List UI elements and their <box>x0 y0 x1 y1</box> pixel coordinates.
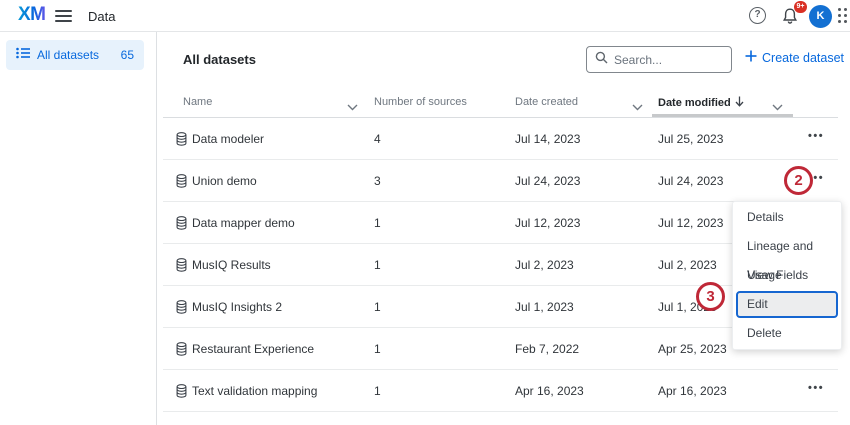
list-icon <box>16 46 30 64</box>
dataset-created: Jul 24, 2023 <box>515 174 580 188</box>
dataset-sources: 1 <box>374 300 381 314</box>
dataset-sources: 1 <box>374 384 381 398</box>
app-title: Data <box>88 9 115 24</box>
hamburger-menu-icon[interactable] <box>55 10 72 22</box>
annotation-step-3: 3 <box>696 282 725 311</box>
dataset-sources: 1 <box>374 342 381 356</box>
table-row[interactable]: Data modeler 4 Jul 14, 2023 Jul 25, 2023… <box>163 118 838 160</box>
chevron-down-icon[interactable] <box>632 98 643 116</box>
dataset-icon <box>176 132 187 151</box>
column-header-sources[interactable]: Number of sources <box>374 96 467 108</box>
dataset-modified: Jul 24, 2023 <box>658 174 723 188</box>
dataset-icon <box>176 342 187 361</box>
search-box[interactable] <box>586 46 732 73</box>
sort-descending-arrow-icon <box>735 96 744 110</box>
dataset-sources: 3 <box>374 174 381 188</box>
page-title: All datasets <box>183 52 256 67</box>
column-header-modified-label: Date modified <box>658 97 731 109</box>
dataset-created: Apr 16, 2023 <box>515 384 584 398</box>
search-input[interactable] <box>614 53 724 67</box>
avatar[interactable]: K <box>809 5 832 28</box>
dataset-name: MusIQ Results <box>192 258 271 272</box>
dataset-modified: Jul 12, 2023 <box>658 216 723 230</box>
dataset-modified: Jul 25, 2023 <box>658 132 723 146</box>
dataset-created: Jul 2, 2023 <box>515 258 574 272</box>
dataset-sources: 1 <box>374 216 381 230</box>
dataset-icon <box>176 300 187 319</box>
dataset-name: Union demo <box>192 174 257 188</box>
dataset-name: Text validation mapping <box>192 384 317 398</box>
plus-icon <box>745 50 757 65</box>
dataset-name: Restaurant Experience <box>192 342 314 356</box>
sidebar-divider <box>156 32 157 425</box>
dataset-modified: Apr 16, 2023 <box>658 384 727 398</box>
column-header-created[interactable]: Date created <box>515 96 578 108</box>
sidebar-item-label: All datasets <box>37 48 99 62</box>
row-actions-ellipsis-icon[interactable]: ••• <box>808 382 824 394</box>
sidebar-item-all-datasets[interactable]: All datasets 65 <box>6 40 144 70</box>
dataset-name: MusIQ Insights 2 <box>192 300 282 314</box>
table-row[interactable]: Union demo 3 Jul 24, 2023 Jul 24, 2023 •… <box>163 160 838 202</box>
row-context-menu: Details Lineage and Usage View Fields Ed… <box>732 201 842 350</box>
dataset-created: Jul 1, 2023 <box>515 300 574 314</box>
dataset-icon <box>176 216 187 235</box>
dataset-icon <box>176 174 187 193</box>
dataset-modified: Jul 2, 2023 <box>658 258 717 272</box>
row-actions-ellipsis-icon[interactable]: ••• <box>808 130 824 142</box>
top-bar: XM Data ? 9+ K <box>0 0 850 32</box>
dataset-created: Jul 12, 2023 <box>515 216 580 230</box>
column-header-name[interactable]: Name <box>183 96 212 108</box>
dataset-created: Feb 7, 2022 <box>515 342 579 356</box>
chevron-down-icon[interactable] <box>347 98 358 116</box>
menu-item-edit[interactable]: Edit <box>736 291 838 318</box>
menu-item-lineage-and-usage[interactable]: Lineage and Usage <box>733 232 841 261</box>
column-header-modified[interactable]: Date modified <box>658 96 744 110</box>
help-icon[interactable]: ? <box>749 7 766 24</box>
menu-item-details[interactable]: Details <box>733 203 841 232</box>
table-row[interactable]: Text validation mapping 1 Apr 16, 2023 A… <box>163 370 838 412</box>
notification-badge: 9+ <box>794 1 807 13</box>
dataset-sources: 1 <box>374 258 381 272</box>
app-switcher-icon[interactable] <box>838 8 850 24</box>
dataset-name: Data mapper demo <box>192 216 295 230</box>
annotation-step-2: 2 <box>784 166 813 195</box>
xm-logo[interactable]: XM <box>18 4 46 26</box>
create-dataset-label: Create dataset <box>762 51 844 65</box>
dataset-sources: 4 <box>374 132 381 146</box>
dataset-name: Data modeler <box>192 132 264 146</box>
menu-item-delete[interactable]: Delete <box>733 319 841 348</box>
dataset-created: Jul 14, 2023 <box>515 132 580 146</box>
sidebar-item-count: 65 <box>121 48 134 62</box>
menu-item-view-fields[interactable]: View Fields <box>733 261 841 290</box>
dataset-icon <box>176 384 187 403</box>
create-dataset-button[interactable]: Create dataset <box>745 50 844 65</box>
search-icon <box>595 51 608 69</box>
app-window: XM Data ? 9+ K All datasets 65 All datas… <box>0 0 850 425</box>
dataset-modified: Apr 25, 2023 <box>658 342 727 356</box>
dataset-icon <box>176 258 187 277</box>
